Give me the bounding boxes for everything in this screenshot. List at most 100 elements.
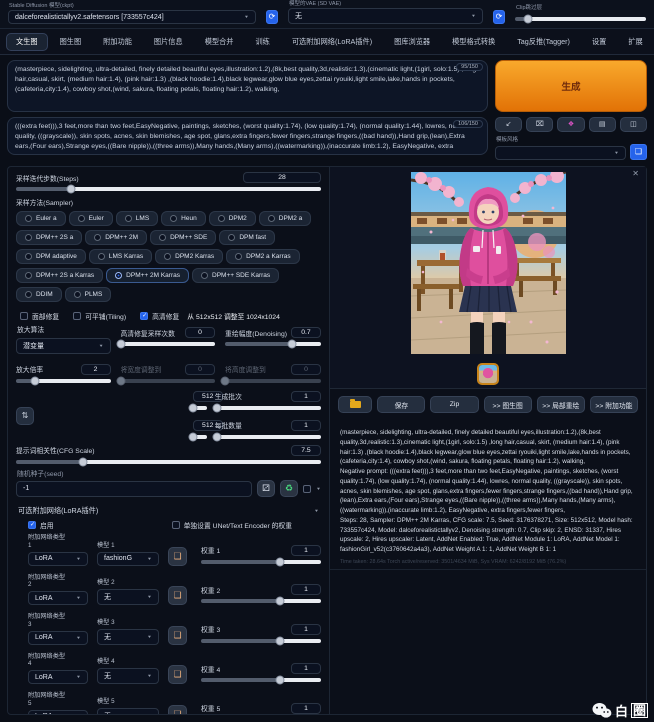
paste-prompt-button[interactable]: ↙ xyxy=(495,117,522,132)
sampler-option[interactable]: DDIM xyxy=(16,287,62,302)
hires-steps-slider-track[interactable] xyxy=(121,342,216,346)
resize-width-slider-track[interactable] xyxy=(121,379,216,383)
apply-style-button[interactable]: ▤ xyxy=(589,117,616,132)
slider-handle[interactable] xyxy=(276,636,285,645)
lora-accordion-header[interactable]: 可选附加网络(LoRA插件) ▼ xyxy=(18,506,319,516)
sampler-option[interactable]: DPM2 Karras xyxy=(155,249,223,264)
height-slider-track[interactable] xyxy=(189,435,207,439)
refresh-vae-button[interactable]: ⟳ xyxy=(493,10,505,24)
tab-1[interactable]: 文生图 xyxy=(6,33,48,51)
generated-image[interactable] xyxy=(411,172,566,359)
checkpoint-dropdown[interactable]: dalceforealistictallyv2.safetensors [733… xyxy=(8,10,256,24)
lora-enable-checkbox[interactable]: 启用 xyxy=(28,520,54,530)
sampler-option[interactable]: LMS xyxy=(116,211,158,226)
reuse-seed-button[interactable]: ♻ xyxy=(280,480,298,497)
restore-faces-checkbox[interactable]: 面部修复 xyxy=(20,311,59,321)
tab-7[interactable]: 可选附加网络(LoRA插件) xyxy=(282,33,382,51)
batch-count-slider-track[interactable] xyxy=(215,406,321,410)
sampler-option[interactable]: DPM fast xyxy=(219,230,275,245)
slider-handle[interactable] xyxy=(212,403,221,412)
lora-file-button[interactable]: ❏ xyxy=(168,547,187,566)
sampler-option[interactable]: DPM++ 2M Karras xyxy=(106,268,189,283)
lora-file-button[interactable]: ❏ xyxy=(168,705,187,715)
send-to-img2img-button[interactable]: >> 图生图 xyxy=(484,396,532,413)
sampler-option[interactable]: LMS Karras xyxy=(89,249,152,264)
slider-handle[interactable] xyxy=(30,376,39,385)
slider-handle[interactable] xyxy=(79,457,88,466)
sampler-option[interactable]: DPM++ 2S a xyxy=(16,230,82,245)
lora-type-dropdown[interactable]: LoRA▼ xyxy=(28,552,88,566)
lora-separate-weights-checkbox[interactable]: 单独设置 UNet/Text Encoder 的权重 xyxy=(172,520,292,530)
send-to-extras-button[interactable]: >> 附加功能 xyxy=(590,396,638,413)
sampler-option[interactable]: Euler xyxy=(69,211,113,226)
seed-input[interactable] xyxy=(16,481,252,497)
batch-size-slider-track[interactable] xyxy=(215,435,321,439)
hires-fix-checkbox[interactable]: 高清修复 xyxy=(140,311,179,321)
save-button[interactable]: 保存 xyxy=(377,396,425,413)
tab-4[interactable]: 图片信息 xyxy=(144,33,193,51)
sampler-option[interactable]: DPM++ 2M xyxy=(85,230,147,245)
cfg-scale-slider-track[interactable] xyxy=(16,460,321,464)
refresh-checkpoints-button[interactable]: ⟳ xyxy=(266,10,278,24)
lora-type-dropdown[interactable]: LoRA▼ xyxy=(28,591,88,605)
tiling-checkbox[interactable]: 可平铺(Tiling) xyxy=(73,311,126,321)
lora-type-dropdown[interactable]: LoRA▼ xyxy=(28,710,88,715)
send-to-inpaint-button[interactable]: >> 局部重绘 xyxy=(537,396,585,413)
slider-handle[interactable] xyxy=(276,597,285,606)
lora-file-button[interactable]: ❏ xyxy=(168,665,187,684)
slider-handle[interactable] xyxy=(288,340,297,349)
slider-handle[interactable] xyxy=(188,403,197,412)
close-icon[interactable]: ✕ xyxy=(632,169,639,178)
sampler-option[interactable]: DPM2 a Karras xyxy=(226,249,299,264)
sampler-option[interactable]: DPM++ 2S a Karras xyxy=(16,268,103,283)
prompt-input[interactable]: (masterpiece, sidelighting, ultra-detail… xyxy=(15,65,480,107)
generate-button[interactable]: 生成 xyxy=(495,60,647,112)
denoising-slider-track[interactable] xyxy=(225,342,321,346)
clear-prompt-button[interactable]: ⌧ xyxy=(526,117,553,132)
lora-file-button[interactable]: ❏ xyxy=(168,586,187,605)
tab-12[interactable]: 扩展 xyxy=(618,33,652,51)
slider-handle[interactable] xyxy=(221,376,230,385)
width-slider-track[interactable] xyxy=(189,406,207,410)
lora-type-dropdown[interactable]: LoRA▼ xyxy=(28,670,88,684)
extra-seed-checkbox[interactable] xyxy=(303,485,311,493)
sampler-option[interactable]: DPM adaptive xyxy=(16,249,86,264)
lora-model-dropdown[interactable]: 无▼ xyxy=(97,668,159,684)
lora-model-dropdown[interactable]: 无▼ xyxy=(97,589,159,605)
resize-height-slider-track[interactable] xyxy=(225,379,321,383)
slider-handle[interactable] xyxy=(116,340,125,349)
styles-dropdown[interactable]: ▼ xyxy=(495,146,626,160)
zip-button[interactable]: Zip xyxy=(430,396,478,413)
slider-handle[interactable] xyxy=(276,676,285,685)
sampler-option[interactable]: DPM2 a xyxy=(259,211,311,226)
tab-6[interactable]: 训练 xyxy=(245,33,279,51)
sampler-option[interactable]: Euler a xyxy=(16,211,66,226)
slider-handle[interactable] xyxy=(276,557,285,566)
sampler-option[interactable]: DPM++ SDE xyxy=(150,230,216,245)
lora-model-dropdown[interactable]: 无▼ xyxy=(97,629,159,645)
negative-prompt-input[interactable]: (((extra feet))),3 feet,more than two fe… xyxy=(15,122,480,150)
tab-2[interactable]: 图生图 xyxy=(50,33,92,51)
tab-11[interactable]: 设置 xyxy=(582,33,616,51)
slider-handle[interactable] xyxy=(116,376,125,385)
tab-3[interactable]: 附加功能 xyxy=(93,33,142,51)
swap-dimensions-button[interactable]: ⇅ xyxy=(16,407,34,425)
tab-9[interactable]: 模型格式转换 xyxy=(442,33,505,51)
extra-networks-button[interactable]: ❖ xyxy=(557,117,584,132)
upscaler-dropdown[interactable]: 潜变量 ▼ xyxy=(16,338,111,354)
random-seed-button[interactable]: ⚂ xyxy=(257,480,275,497)
lora-model-dropdown[interactable]: fashionG▼ xyxy=(97,552,159,566)
tab-8[interactable]: 图库浏览器 xyxy=(384,33,440,51)
tab-5[interactable]: 模型合并 xyxy=(195,33,244,51)
save-style-button[interactable]: ◫ xyxy=(620,117,647,132)
upscale-by-slider-track[interactable] xyxy=(16,379,111,383)
lora-model-dropdown[interactable]: 无▼ xyxy=(97,708,159,715)
sampler-option[interactable]: DPM2 xyxy=(209,211,256,226)
lora-type-dropdown[interactable]: LoRA▼ xyxy=(28,631,88,645)
sampler-option[interactable]: Heun xyxy=(161,211,206,226)
slider-handle[interactable] xyxy=(66,185,75,194)
save-style-button[interactable]: ❏ xyxy=(630,144,647,160)
tab-10[interactable]: Tag反推(Tagger) xyxy=(507,33,580,51)
slider-handle[interactable] xyxy=(188,432,197,441)
gallery-thumbnail[interactable] xyxy=(477,363,499,385)
